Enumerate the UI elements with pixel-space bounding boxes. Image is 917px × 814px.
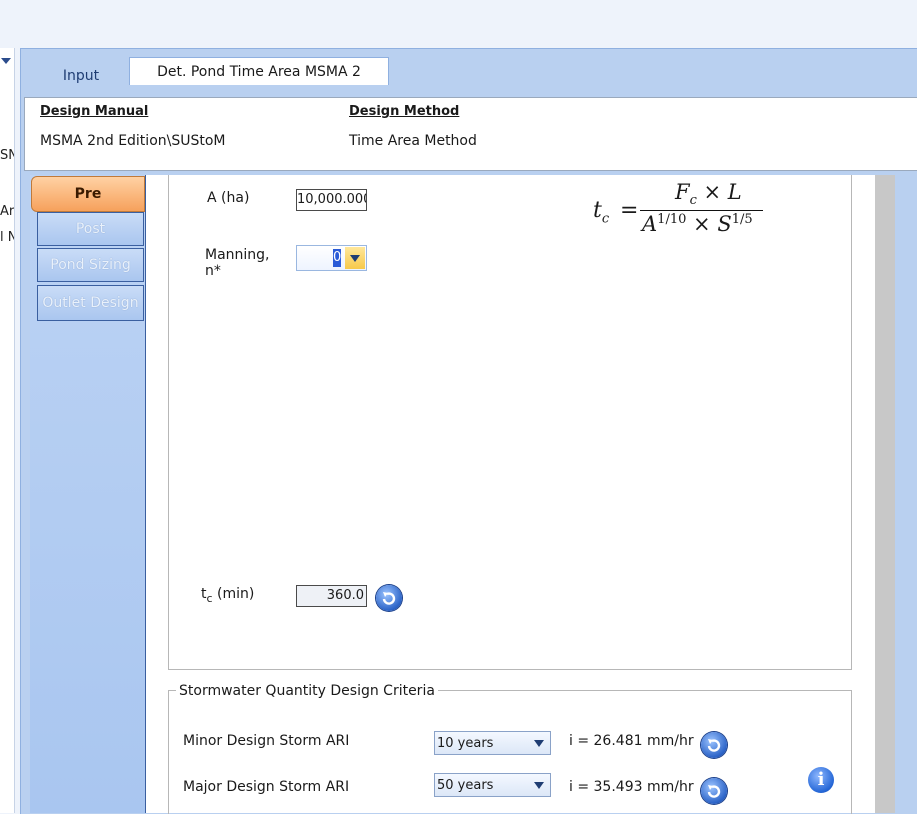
area-input[interactable]: 10,000.000 — [296, 189, 367, 211]
area-label: A (ha) — [207, 190, 250, 206]
manning-value: 0 — [333, 249, 341, 267]
formula-lhs-text: t — [593, 198, 602, 223]
major-intensity: i = 35.493 mm/hr — [569, 779, 694, 795]
chevron-down-icon — [350, 255, 360, 262]
formula-fraction-bar — [640, 210, 763, 211]
manning-dropdown-button[interactable] — [345, 247, 365, 269]
chevron-down-icon — [534, 782, 544, 789]
left-panel-edge: SN Ar l N — [0, 48, 15, 813]
formula-numerator-sub: c — [689, 193, 697, 209]
side-nav-pond-sizing[interactable]: Pond Sizing — [37, 248, 144, 282]
refresh-icon — [707, 785, 721, 798]
tab-input[interactable]: Input — [31, 65, 131, 87]
criteria-title: Stormwater Quantity Design Criteria — [176, 683, 438, 699]
formula-numerator-text: F — [675, 180, 690, 204]
tc-input[interactable]: 360.0 — [296, 585, 367, 607]
minor-storm-value: 10 years — [437, 736, 494, 751]
formula-denominator-a-exp: 1/10 — [657, 212, 687, 227]
manning-select[interactable]: 0 — [296, 245, 367, 271]
formula-numerator-tail: × L — [696, 180, 742, 204]
formula-denominator-s-exp: 1/5 — [731, 212, 753, 227]
formula-equals: = — [620, 198, 639, 223]
formula-lhs: tc — [593, 198, 609, 226]
tab-det-pond-time-area[interactable]: Det. Pond Time Area MSMA 2 — [129, 57, 389, 85]
design-header: Design Manual MSMA 2nd Edition\SUStoM De… — [24, 97, 917, 171]
formula-denominator-s: × S — [686, 212, 732, 236]
tc-label: tc (min) — [201, 586, 254, 605]
minor-intensity: i = 26.481 mm/hr — [569, 733, 694, 749]
formula-numerator: Fc × L — [675, 180, 742, 208]
minor-storm-label: Minor Design Storm ARI — [183, 733, 350, 749]
refresh-icon — [382, 592, 396, 605]
side-nav: Pre Post Pond Sizing Outlet Design — [30, 175, 146, 813]
side-nav-post[interactable]: Post — [37, 212, 144, 246]
side-nav-pre[interactable]: Pre — [31, 176, 145, 212]
formula-denominator-a: A — [642, 212, 658, 236]
vertical-scrollbar[interactable] — [875, 175, 895, 813]
manning-label-text: Manning, — [205, 247, 270, 263]
major-storm-label: Major Design Storm ARI — [183, 779, 350, 795]
tc-label-unit: (min) — [212, 586, 255, 602]
tc-refresh-button[interactable] — [376, 585, 402, 611]
manning-label: Manning, n* — [205, 247, 270, 275]
side-nav-outlet-design[interactable]: Outlet Design — [37, 285, 144, 321]
major-refresh-button[interactable] — [701, 778, 727, 804]
left-fragment: Ar — [0, 204, 14, 219]
minor-storm-select[interactable]: 10 years — [434, 731, 551, 755]
major-storm-select[interactable]: 50 years — [434, 773, 551, 797]
major-storm-value: 50 years — [437, 778, 494, 793]
refresh-icon — [707, 739, 721, 752]
info-icon[interactable]: i — [808, 767, 834, 793]
pre-panel — [168, 175, 852, 670]
design-manual-value: MSMA 2nd Edition\SUStoM — [40, 133, 226, 149]
tc-formula: tc = Fc × L A1/10 × S1/5 — [590, 180, 790, 240]
design-method-label: Design Method — [349, 104, 460, 119]
chevron-down-icon — [534, 740, 544, 747]
design-method-value: Time Area Method — [349, 133, 477, 149]
design-manual-label: Design Manual — [40, 104, 149, 119]
manning-label-cut: n* — [205, 263, 221, 275]
formula-lhs-sub: c — [601, 211, 610, 227]
minor-refresh-button[interactable] — [701, 732, 727, 758]
dropdown-arrow-icon[interactable] — [1, 58, 11, 64]
left-fragment: l N — [0, 230, 14, 245]
formula-denominator: A1/10 × S1/5 — [642, 212, 753, 236]
left-fragment: SN — [0, 148, 14, 163]
